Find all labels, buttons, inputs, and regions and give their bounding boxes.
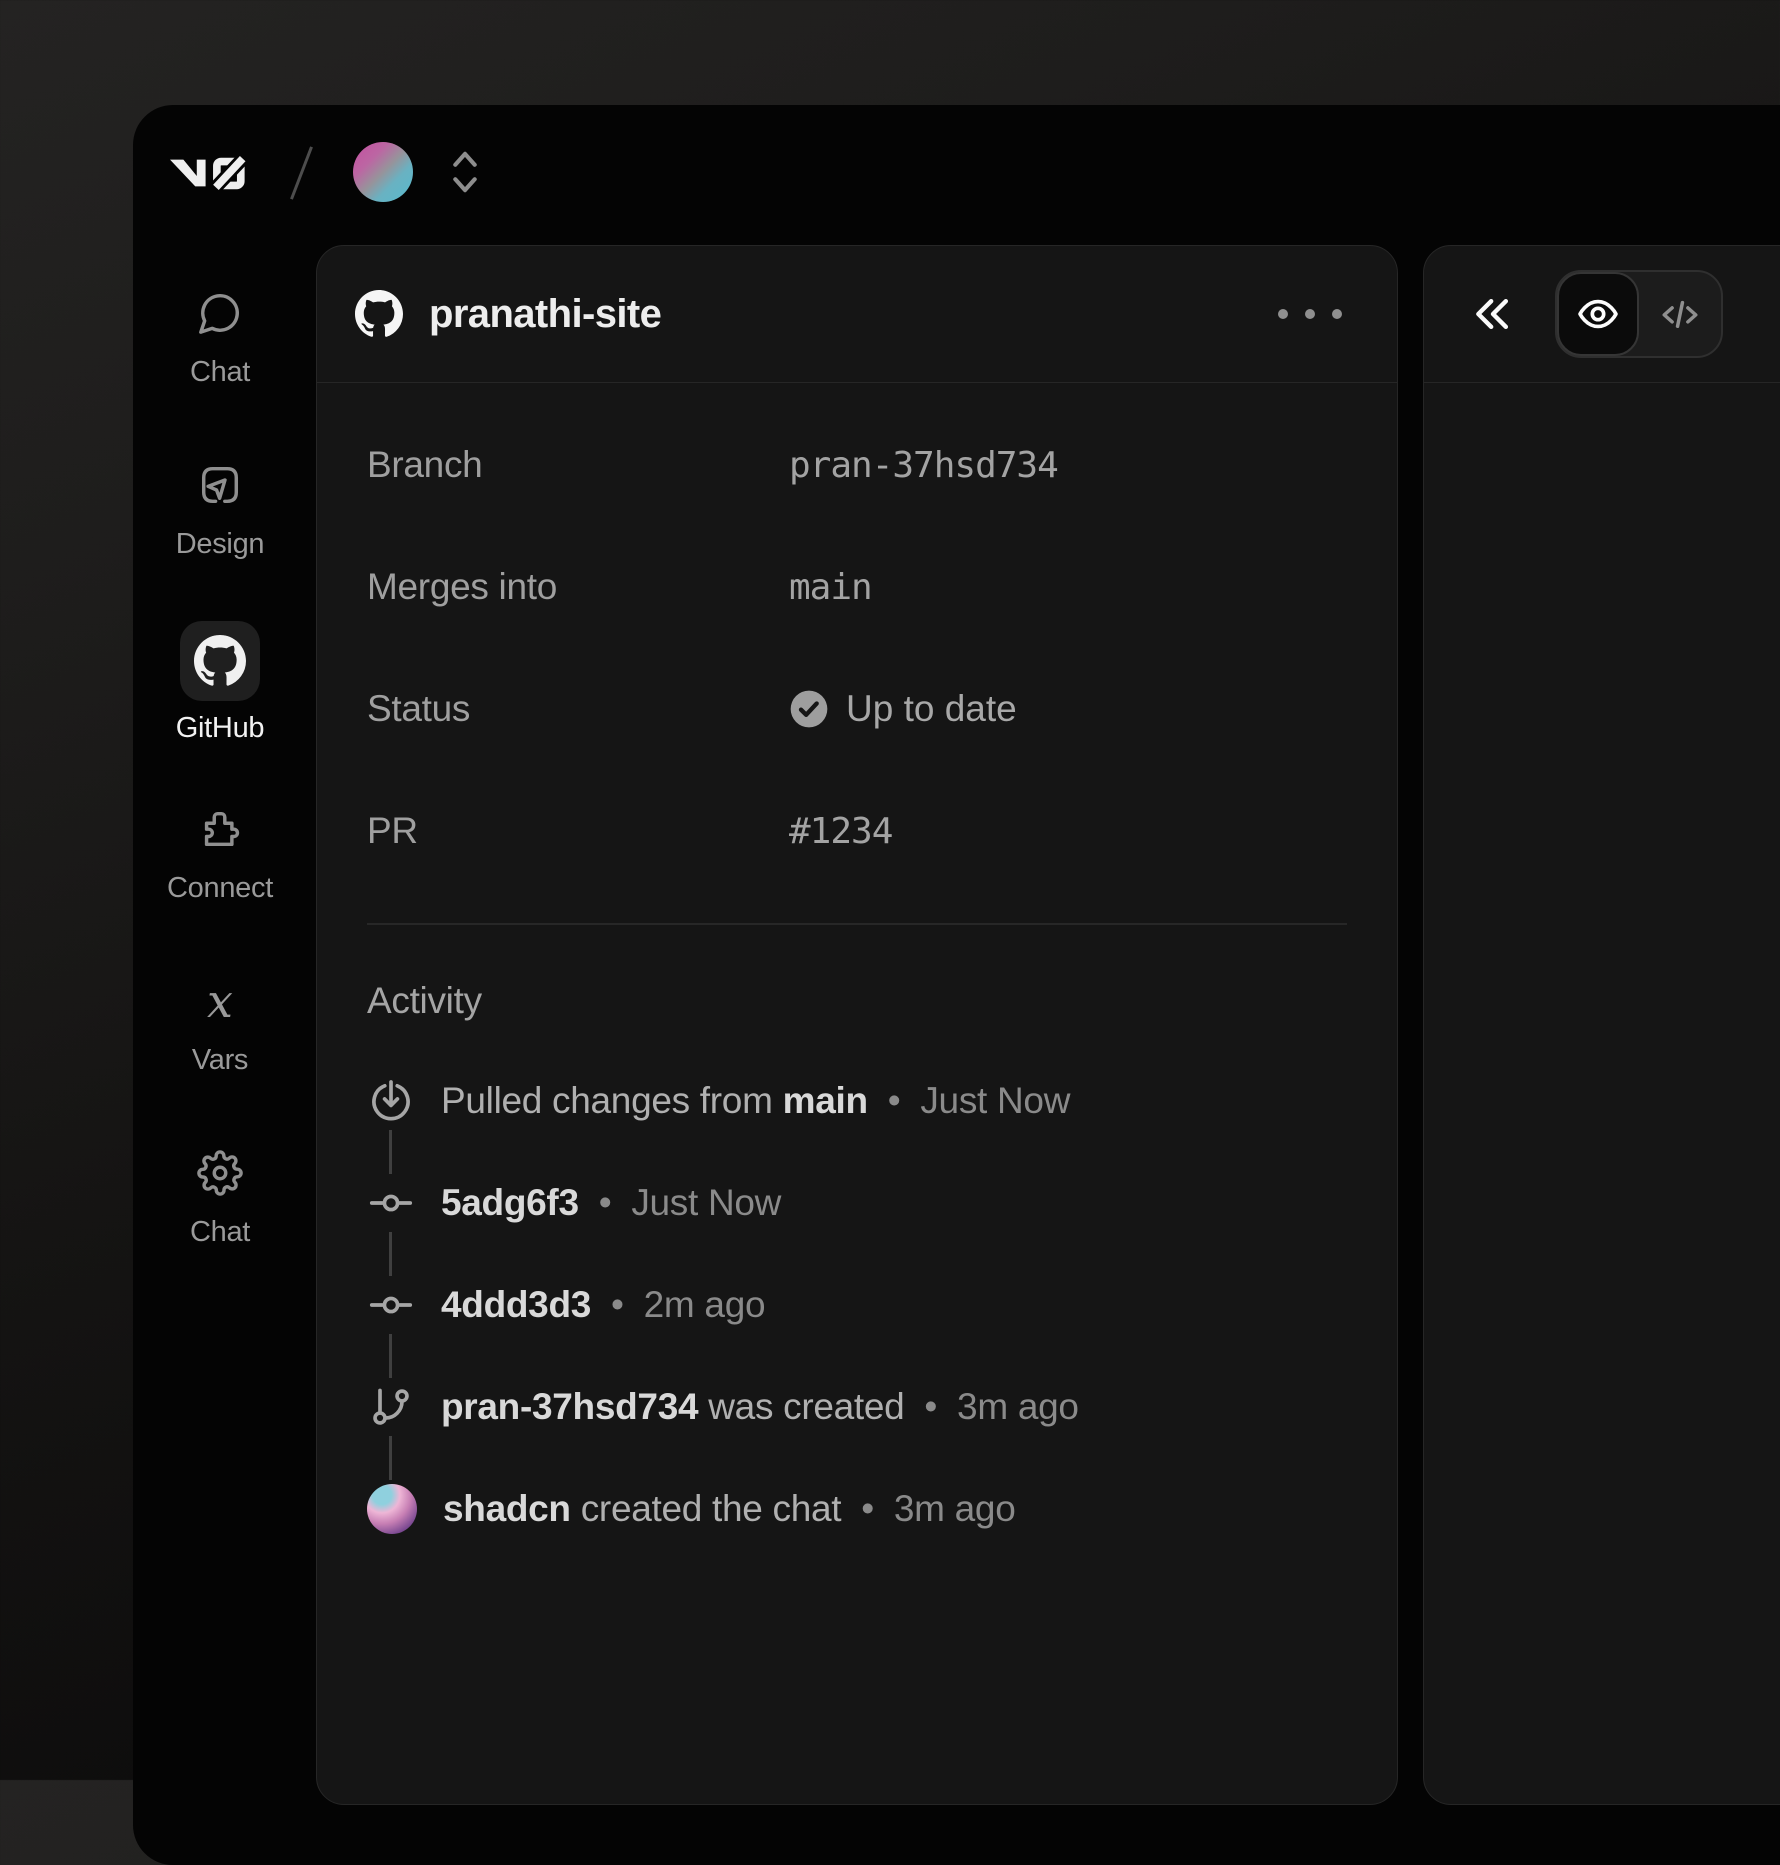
app-window: Chat Design GitHub [133, 105, 1780, 1865]
branch-value: pran-37hsd734 [789, 445, 1058, 486]
activity-text: 5adg6f3 • Just Now [441, 1182, 781, 1224]
github-octocat-icon [355, 290, 403, 338]
field-label: PR [367, 810, 789, 852]
pr-number-value: #1234 [789, 811, 892, 852]
activity-heading: Activity [367, 971, 1347, 1031]
github-panel-header: pranathi-site [317, 246, 1397, 383]
code-view-toggle[interactable] [1639, 272, 1721, 356]
github-octocat-icon [194, 635, 246, 687]
field-label: Merges into [367, 566, 789, 608]
chevron-up-down-icon[interactable] [450, 149, 480, 195]
sidebar-item-label: Vars [192, 1044, 248, 1077]
more-options-button[interactable] [1267, 298, 1353, 330]
user-avatar [367, 1484, 417, 1534]
timeline-connector [389, 1436, 392, 1480]
chat-bubble-icon [196, 289, 244, 337]
sidebar-item-label: Design [176, 528, 264, 561]
sidebar-item-settings[interactable]: Chat [133, 1149, 307, 1249]
sidebar-item-connect[interactable]: Connect [133, 805, 307, 905]
status-text: Up to date [846, 688, 1017, 730]
preview-panel [1423, 245, 1780, 1805]
view-mode-toggle [1555, 270, 1723, 358]
variable-x-icon: x [196, 977, 244, 1025]
sidebar-item-label: Connect [167, 872, 273, 905]
git-commit-icon [367, 1281, 415, 1329]
field-status: Status Up to date [367, 679, 1347, 739]
sidebar-item-vars[interactable]: x Vars [133, 977, 307, 1077]
activity-item-pull: Pulled changes from main • Just Now [367, 1077, 1347, 1125]
eye-icon [1576, 292, 1620, 336]
sidebar-item-label: GitHub [176, 712, 264, 745]
activity-text: shadcn created the chat • 3m ago [443, 1488, 1016, 1530]
field-merges-into: Merges into main [367, 557, 1347, 617]
github-panel-body: Branch pran-37hsd734 Merges into main St… [317, 383, 1397, 1533]
v0-logo-icon[interactable] [170, 149, 258, 197]
section-divider [367, 923, 1347, 925]
gear-icon [196, 1149, 244, 1197]
timeline-connector [389, 1334, 392, 1378]
activity-text: pran-37hsd734 was created • 3m ago [441, 1386, 1079, 1428]
field-branch: Branch pran-37hsd734 [367, 435, 1347, 495]
field-pr: PR #1234 [367, 801, 1347, 861]
sidebar-item-chat[interactable]: Chat [133, 289, 307, 389]
sidebar-item-label: Chat [190, 356, 250, 389]
chevrons-left-icon [1471, 292, 1515, 336]
preview-eye-toggle[interactable] [1557, 272, 1639, 356]
git-branch-icon [367, 1383, 415, 1431]
puzzle-icon [196, 805, 244, 853]
design-icon [196, 461, 244, 509]
activity-text: 4ddd3d3 • 2m ago [441, 1284, 765, 1326]
activity-timeline: Pulled changes from main • Just Now 5adg… [367, 1077, 1347, 1533]
repo-title: pranathi-site [429, 292, 661, 337]
ellipsis-icon [1277, 308, 1343, 320]
field-label: Status [367, 688, 789, 730]
git-commit-icon [367, 1179, 415, 1227]
sidebar-item-design[interactable]: Design [133, 461, 307, 561]
code-icon [1659, 293, 1701, 335]
field-label: Branch [367, 444, 789, 486]
activity-item-commit: 5adg6f3 • Just Now [367, 1179, 1347, 1227]
timeline-connector [389, 1130, 392, 1174]
merges-into-value: main [789, 567, 872, 608]
activity-item-commit: 4ddd3d3 • 2m ago [367, 1281, 1347, 1329]
check-circle-icon [789, 689, 829, 729]
project-avatar[interactable] [353, 142, 413, 202]
top-bar [133, 105, 1780, 235]
timeline-connector [389, 1232, 392, 1276]
preview-panel-header [1424, 246, 1780, 383]
sidebar: Chat Design GitHub [133, 289, 307, 1321]
git-pull-icon [367, 1077, 415, 1125]
sidebar-item-label: Chat [190, 1216, 250, 1249]
activity-item-branch-created: pran-37hsd734 was created • 3m ago [367, 1383, 1347, 1431]
activity-item-chat-created: shadcn created the chat • 3m ago [367, 1485, 1347, 1533]
breadcrumb-slash [286, 145, 316, 201]
collapse-panel-button[interactable] [1471, 292, 1515, 336]
github-panel: pranathi-site Branch pran-37hsd734 Merge… [316, 245, 1398, 1805]
sidebar-item-github[interactable]: GitHub [133, 621, 307, 745]
activity-text: Pulled changes from main • Just Now [441, 1080, 1070, 1122]
status-badge: Up to date [789, 688, 1017, 730]
github-active-tile [180, 621, 260, 701]
